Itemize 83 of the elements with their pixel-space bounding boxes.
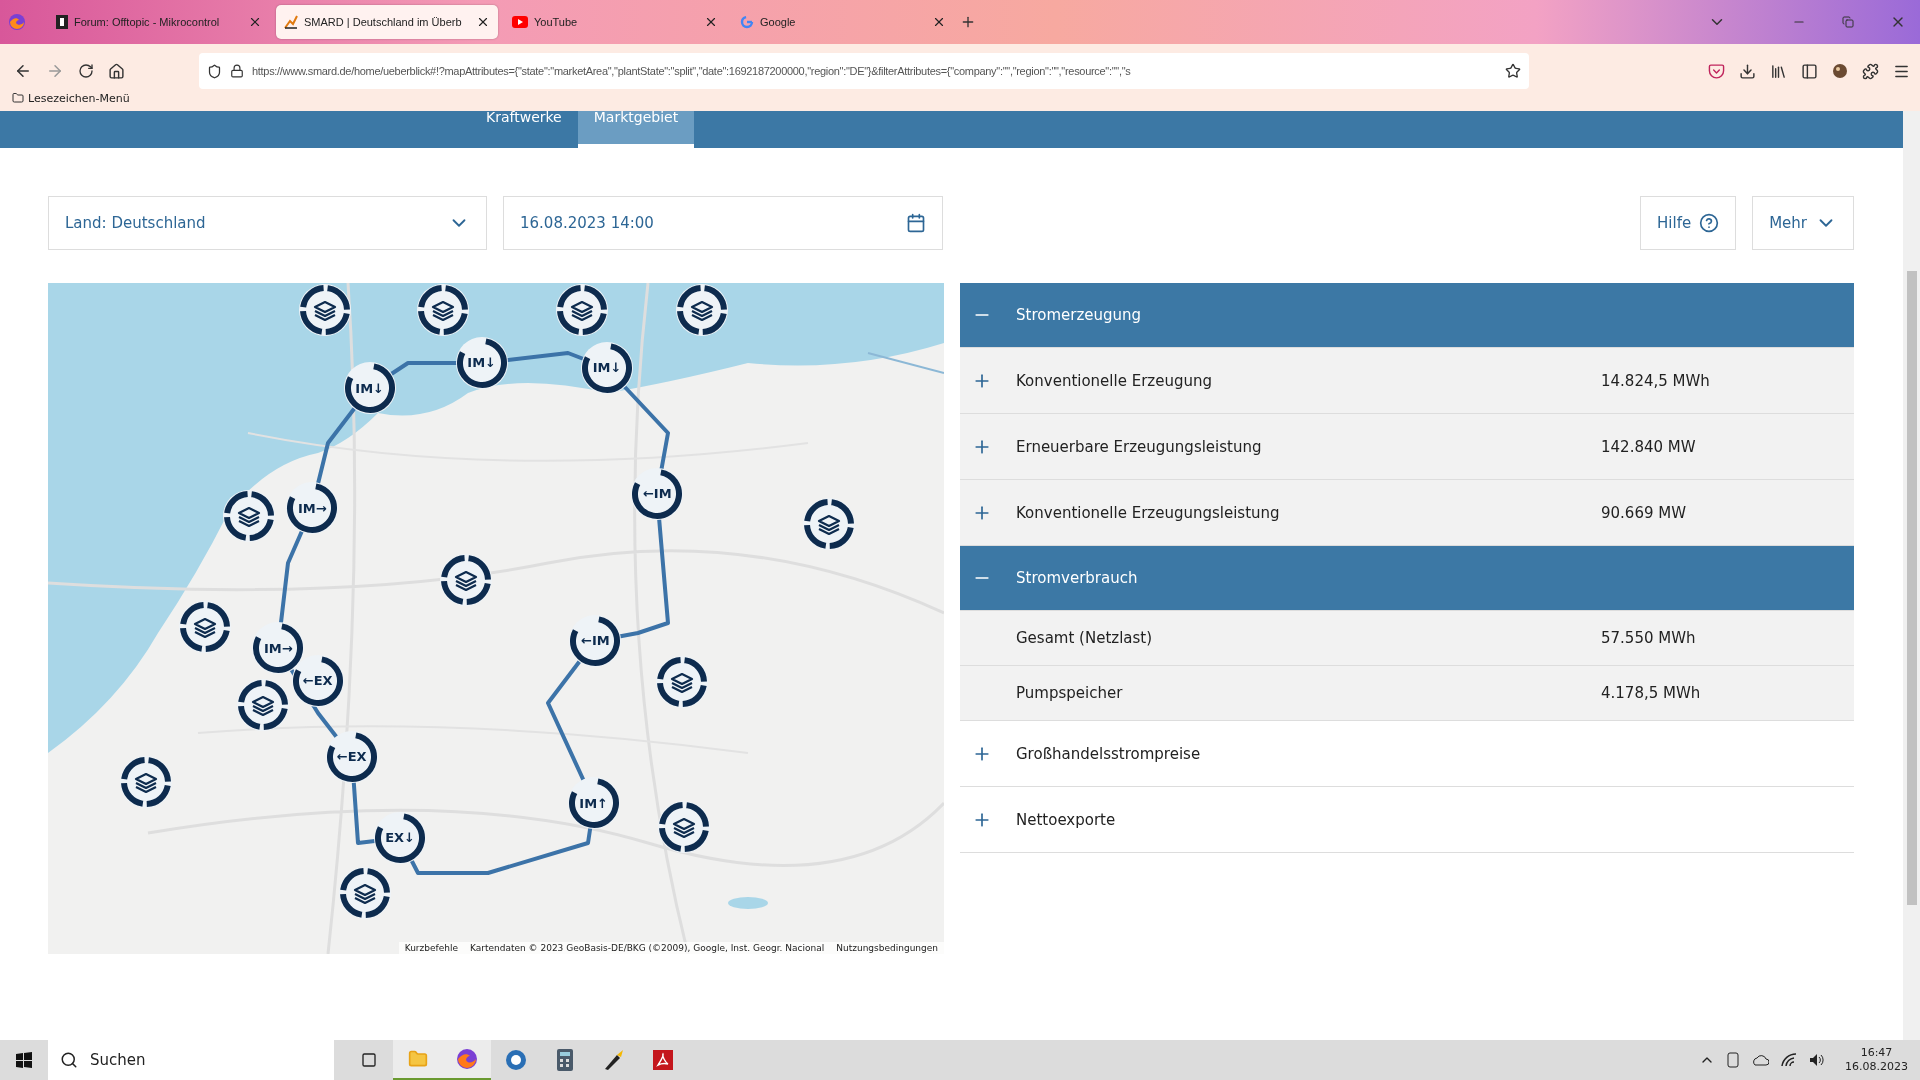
row-value: 14.824,5 MWh [1601,371,1710,390]
row-value: 142.840 MW [1601,437,1696,456]
browser-tab[interactable]: Forum: Offtopic - Mikrocontrol [48,5,270,39]
calendar-icon[interactable] [906,213,926,233]
back-icon[interactable] [14,62,32,80]
date-field[interactable]: 16.08.2023 14:00 [503,196,943,250]
library-icon[interactable] [1770,62,1787,80]
windows-icon [16,1052,32,1068]
restore-icon[interactable] [1842,16,1854,28]
layers-icon [235,504,262,527]
layers-icon [569,298,595,321]
section-header[interactable]: Stromerzeugung [960,283,1854,348]
firefox-icon [455,1048,478,1070]
row-label: Konventionelle Erzeugungsleistung [1016,503,1281,522]
pen-icon [602,1049,625,1071]
section-header[interactable]: Stromverbrauch [960,546,1854,611]
site-icon [56,15,68,29]
close-icon[interactable] [476,15,490,29]
folder-icon [12,92,24,104]
layers-icon [689,298,716,321]
layers-icon [816,512,843,535]
layers-icon [452,568,479,591]
country-select[interactable]: Land: Deutschland [48,196,487,250]
row-value: 57.550 MWh [1601,629,1696,647]
row-value: 90.669 MW [1601,503,1687,522]
browser-tab[interactable]: Google [732,5,954,39]
row-label: Pumpspeicher [1016,684,1124,702]
layers-icon [250,694,277,717]
attribution-link[interactable]: Nutzungsbedingungen [836,943,938,953]
extensions-icon[interactable] [1862,62,1879,80]
layers-icon [669,671,696,694]
clock[interactable]: 16:47 16.08.2023 [1845,1046,1908,1074]
close-icon[interactable] [932,15,946,29]
pdf-icon [652,1050,673,1070]
device-icon[interactable] [1727,1052,1739,1068]
row-label: Erneuerbare Erzeugungsleistung [1016,437,1263,456]
bookmark-menu[interactable]: Lesezeichen-Menü [12,92,130,104]
address-bar[interactable]: https://www.smard.de/home/ueberblick#!?mapAttributes={"state":"marketArea","plantState":"split","date":1692187200000,"region":"DE"}&filterAttributes={"company":"","region":"","resource":"","s [199,53,1529,89]
lock-icon[interactable] [230,64,244,78]
shield-icon[interactable] [207,63,222,79]
scrollbar[interactable] [1903,111,1920,1040]
reload-icon[interactable] [78,63,94,79]
explorer-button[interactable] [393,1040,442,1080]
row-label: Konventionelle Erzeugung [1016,371,1213,390]
search-icon [60,1051,78,1069]
taskbar-search[interactable]: Suchen [48,1040,334,1080]
google-icon [740,15,754,29]
browser-button[interactable] [442,1040,491,1080]
download-icon[interactable] [1739,62,1756,80]
help-button[interactable]: Hilfe [1640,196,1737,250]
wifi-icon[interactable] [1781,1053,1797,1067]
more-button[interactable]: Mehr [1752,196,1854,250]
browser-tab[interactable]: YouTube [504,5,726,39]
attribution-link[interactable]: Kartendaten © 2023 GeoBasis-DE/BKG (©2009), Google, Inst. Geogr. Nacional [470,943,825,953]
layers-icon [430,298,457,321]
volume-icon[interactable] [1809,1053,1825,1067]
layers-icon [132,770,159,793]
layers-icon [191,616,218,639]
profile-icon[interactable] [1832,63,1848,79]
close-icon[interactable] [704,15,718,29]
pocket-icon[interactable] [1708,62,1725,80]
layers-icon [671,815,698,838]
new-tab-icon[interactable] [960,14,976,30]
row-value: 4.178,5 MWh [1601,684,1701,702]
close-icon[interactable] [248,15,262,29]
task-view-icon [360,1052,377,1068]
chat-app-icon [504,1049,527,1071]
layers-icon [311,298,338,321]
chart-icon [284,15,298,29]
row-label: Gesamt (Netzlast) [1016,629,1154,647]
browser-tab[interactable]: SMARD | Deutschland im Überb [276,5,498,39]
layers-icon [352,881,379,904]
help-icon [1699,213,1720,233]
calculator-icon [556,1049,573,1071]
home-icon[interactable] [108,62,125,80]
folder-icon [407,1049,428,1069]
firefox-icon[interactable] [8,13,26,31]
cloud-icon[interactable] [1751,1054,1769,1066]
play-icon [512,16,528,28]
attribution-link[interactable]: Kurzbefehle [404,943,458,953]
nav-tab[interactable]: Kraftwerke [470,111,578,148]
bookmark-star-icon[interactable] [1505,63,1521,79]
sidebar-icon[interactable] [1801,62,1818,80]
